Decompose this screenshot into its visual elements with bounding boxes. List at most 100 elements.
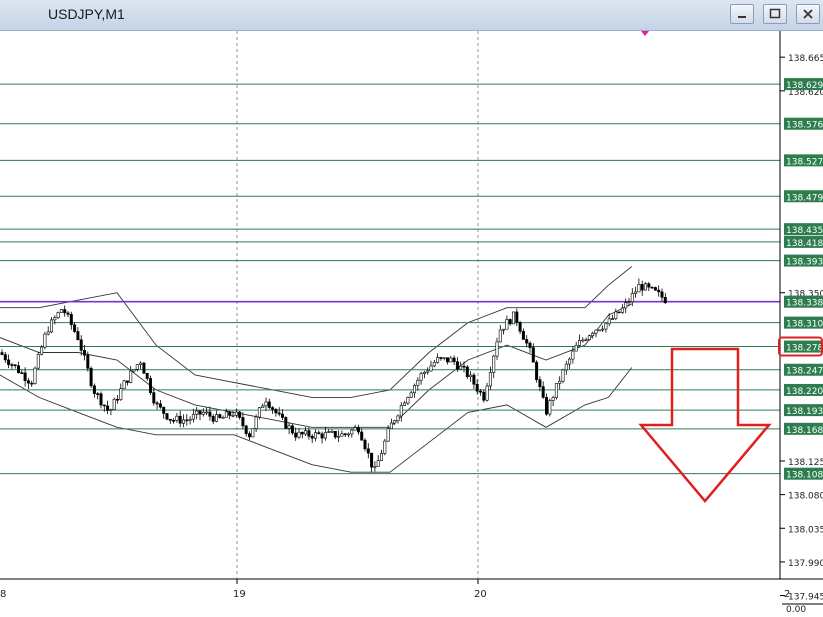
level-label: 138.418 bbox=[786, 239, 823, 249]
candle-body bbox=[102, 404, 106, 407]
candle-body bbox=[69, 314, 73, 326]
level-label: 138.629 bbox=[786, 81, 823, 91]
candle-body bbox=[49, 319, 53, 333]
candle-body bbox=[634, 291, 638, 294]
candle-body bbox=[195, 410, 199, 415]
candle-body bbox=[561, 369, 565, 382]
candle-body bbox=[7, 359, 11, 365]
candle-body bbox=[152, 392, 156, 404]
candle-body bbox=[26, 380, 30, 384]
price-chart[interactable]: 19 208 20.00138.665138.620138.350138.12513… bbox=[0, 31, 823, 617]
candle-body bbox=[63, 309, 67, 314]
price-tick-label: 137.945 bbox=[788, 593, 823, 603]
candle-body bbox=[502, 328, 506, 331]
candle-body bbox=[465, 366, 469, 378]
candle-body bbox=[653, 287, 657, 291]
candle-body bbox=[525, 339, 529, 344]
candle-body bbox=[218, 414, 222, 418]
candle-body bbox=[409, 392, 413, 398]
candle-body bbox=[280, 413, 284, 418]
candle-body bbox=[271, 407, 275, 410]
minimize-button[interactable] bbox=[730, 4, 754, 24]
candle-body bbox=[231, 414, 235, 417]
candle-body bbox=[558, 380, 562, 384]
candle-body bbox=[475, 383, 479, 392]
candle-body bbox=[442, 357, 446, 360]
price-tick-label: 138.080 bbox=[788, 492, 823, 502]
candle-body bbox=[607, 318, 611, 325]
indicator-value-label: 0.00 bbox=[786, 605, 806, 615]
price-tick-label: 138.035 bbox=[788, 525, 823, 535]
window-title: USDJPY,M1 bbox=[48, 6, 125, 22]
candle-body bbox=[116, 398, 120, 401]
candle-body bbox=[531, 347, 535, 363]
candle-body bbox=[175, 415, 179, 421]
level-label: 138.220 bbox=[786, 387, 823, 397]
corner-label-left: 8 bbox=[0, 589, 6, 600]
candle-body bbox=[366, 448, 370, 454]
candle-body bbox=[310, 435, 314, 439]
candle-body bbox=[624, 302, 628, 309]
candle-body bbox=[396, 415, 400, 421]
candle-body bbox=[459, 365, 463, 370]
candle-body bbox=[488, 372, 492, 387]
candle-body bbox=[122, 380, 126, 389]
candle-body bbox=[89, 367, 93, 387]
price-tick-label: 138.665 bbox=[788, 54, 823, 64]
candle-body bbox=[535, 361, 539, 380]
candle-body bbox=[462, 365, 466, 368]
candle-body bbox=[363, 439, 367, 450]
candle-body bbox=[485, 385, 489, 401]
candle-body bbox=[610, 318, 614, 320]
candle-body bbox=[604, 323, 608, 330]
candle-body bbox=[406, 396, 410, 404]
candle-body bbox=[76, 331, 80, 341]
candle-body bbox=[515, 311, 519, 323]
candle-body bbox=[541, 386, 545, 398]
price-tick-label: 137.990 bbox=[788, 559, 823, 569]
candle-body bbox=[56, 312, 60, 318]
candle-body bbox=[353, 427, 357, 431]
candle-body bbox=[482, 391, 486, 401]
candle-body bbox=[663, 297, 667, 304]
time-tick-label: 19 bbox=[233, 589, 246, 600]
level-label: 138.247 bbox=[786, 367, 823, 377]
close-button[interactable] bbox=[796, 4, 820, 24]
candle-body bbox=[30, 382, 34, 385]
restore-button[interactable] bbox=[763, 4, 787, 24]
candle-body bbox=[185, 419, 189, 422]
candle-body bbox=[16, 365, 20, 373]
level-label: 138.479 bbox=[786, 193, 823, 203]
candle-body bbox=[320, 433, 324, 439]
candle-body bbox=[383, 440, 387, 454]
level-label: 138.193 bbox=[786, 407, 823, 417]
candle-body bbox=[40, 346, 44, 355]
candle-body bbox=[627, 301, 631, 304]
candle-body bbox=[389, 422, 393, 430]
candle-body bbox=[393, 420, 397, 424]
candle-body bbox=[379, 453, 383, 461]
level-label: 138.435 bbox=[786, 226, 823, 236]
candle-body bbox=[426, 370, 430, 373]
candle-body bbox=[449, 357, 453, 363]
candle-body bbox=[591, 332, 595, 336]
candle-body bbox=[294, 432, 298, 438]
candle-body bbox=[340, 433, 344, 437]
level-label: 138.393 bbox=[786, 258, 823, 268]
candle-body bbox=[511, 311, 515, 325]
candle-body bbox=[198, 410, 202, 415]
candle-body bbox=[478, 390, 482, 393]
candle-body bbox=[617, 311, 621, 314]
candle-body bbox=[264, 401, 268, 407]
candle-body bbox=[205, 411, 209, 414]
time-tick-label: 20 bbox=[474, 589, 487, 600]
candle-body bbox=[221, 417, 225, 419]
candle-body bbox=[620, 307, 624, 313]
window-titlebar[interactable]: USDJPY,M1 bbox=[0, 0, 823, 31]
restore-icon bbox=[769, 8, 781, 19]
candle-body bbox=[492, 355, 496, 373]
level-label: 138.168 bbox=[786, 426, 823, 436]
candle-body bbox=[643, 283, 647, 291]
candle-body bbox=[244, 425, 248, 434]
candle-body bbox=[538, 379, 542, 387]
